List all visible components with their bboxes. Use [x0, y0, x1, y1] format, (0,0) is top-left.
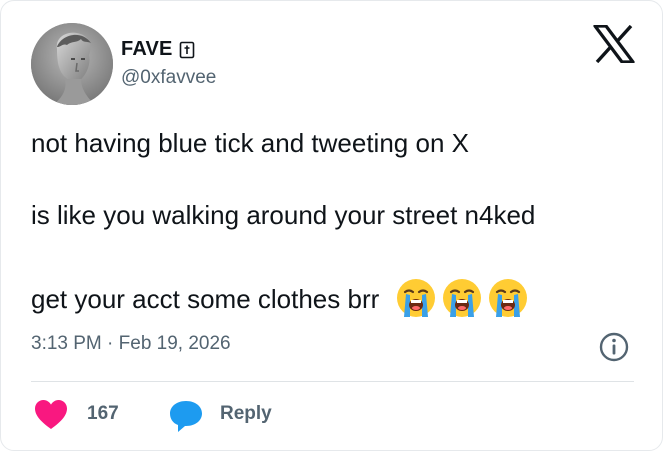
like-count[interactable]: 167: [87, 403, 119, 425]
reply-button[interactable]: Reply: [220, 403, 272, 425]
x-logo-icon[interactable]: [593, 25, 635, 63]
tweet-text-line-3: get your acct some clothes brr: [31, 277, 529, 322]
tweet-card: FAVE @0xfavvee not having blue tick and …: [0, 0, 663, 451]
statue-head-avatar-icon: [31, 23, 113, 105]
emoji-group: [395, 277, 529, 319]
info-icon[interactable]: [598, 331, 630, 363]
avatar[interactable]: [31, 23, 113, 105]
heart-icon[interactable]: [34, 399, 68, 431]
tweet-timestamp[interactable]: 3:13 PM · Feb 19, 2026: [31, 333, 231, 355]
divider: [31, 381, 634, 382]
tweet-text-line-2: is like you walking around your street n…: [31, 200, 536, 230]
display-name[interactable]: FAVE: [121, 38, 173, 61]
user-name-row: FAVE: [121, 38, 195, 61]
tweet-text-line-1: not having blue tick and tweeting on X: [31, 128, 469, 158]
loudly-crying-face-icon: [442, 279, 481, 317]
loudly-crying-face-icon: [488, 279, 527, 317]
reply-bubble-icon[interactable]: [168, 399, 204, 433]
user-handle[interactable]: @0xfavvee: [121, 67, 216, 89]
card-badge-icon: [179, 41, 194, 58]
tweet-text-line-3-text: get your acct some clothes brr: [31, 283, 380, 314]
loudly-crying-face-icon: [396, 279, 435, 317]
